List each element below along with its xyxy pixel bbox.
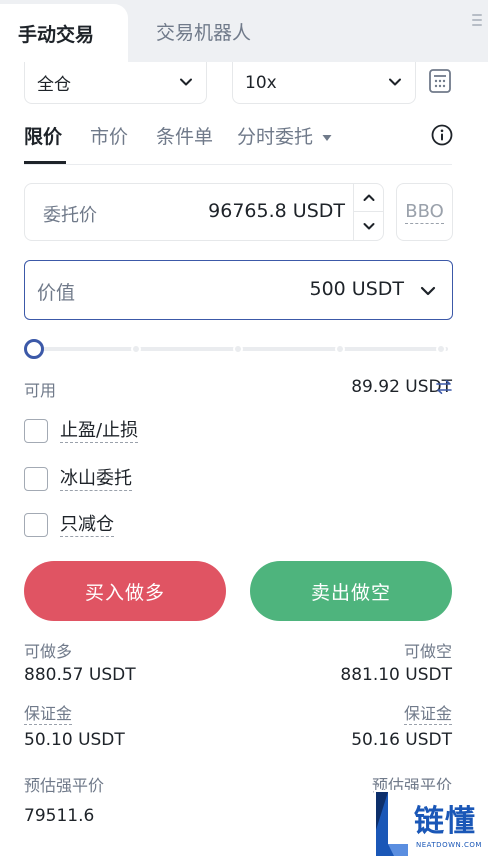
tab-limit[interactable]: 限价 [24, 122, 62, 149]
caret-down-icon [322, 134, 332, 141]
iceberg-checkbox[interactable] [24, 467, 48, 491]
option-reduce-only[interactable]: 只减仓 [24, 513, 324, 539]
margin-mode-value: 全仓 [37, 75, 71, 95]
value-label: 价值 [37, 282, 76, 304]
amount-slider[interactable] [24, 338, 452, 360]
price-increase-button[interactable] [354, 184, 384, 212]
logo-mark-icon [376, 792, 408, 856]
reduce-only-checkbox[interactable] [24, 513, 48, 537]
margin-label-short[interactable]: 保证金 [403, 704, 452, 725]
margin-label-long[interactable]: 保证金 [24, 704, 73, 725]
margin-value-long: 50.10 USDT [24, 730, 125, 750]
bbo-label: BBO [405, 200, 444, 224]
sell-short-button[interactable]: 卖出做空 [250, 561, 452, 621]
available-label: 可用 [24, 381, 57, 400]
tab-trading-bot[interactable]: 交易机器人 [156, 18, 251, 45]
price-stepper [353, 184, 384, 240]
leverage-value: 10x [245, 72, 277, 93]
short-max-label: 可做空 [403, 642, 452, 661]
slider-thumb[interactable] [24, 339, 44, 359]
liq-price-value-long: 79511.6 [24, 806, 95, 826]
menu-handle-icon[interactable] [472, 14, 482, 30]
price-decrease-button[interactable] [354, 212, 384, 240]
long-max-label: 可做多 [24, 642, 73, 661]
margin-value-short: 50.16 USDT [351, 730, 452, 750]
price-input[interactable]: 委托价 96765.8 USDT [24, 183, 384, 241]
price-value: 96765.8 USDT [208, 200, 345, 222]
tab-conditional[interactable]: 条件单 [156, 122, 213, 149]
slider-stop[interactable] [233, 344, 243, 354]
chevron-down-icon[interactable] [418, 281, 438, 301]
tab-twap-label: 分时委托 [237, 126, 314, 148]
iceberg-label: 冰山委托 [60, 468, 132, 491]
slider-stop[interactable] [131, 344, 141, 354]
reduce-only-label: 只减仓 [60, 514, 114, 537]
bbo-button[interactable]: BBO [396, 183, 453, 241]
transfer-icon[interactable] [436, 379, 452, 395]
long-max-value: 880.57 USDT [24, 665, 136, 685]
value-amount: 500 USDT [309, 278, 404, 300]
slider-stop[interactable] [436, 344, 446, 354]
info-icon[interactable] [431, 124, 453, 146]
calculator-icon[interactable] [428, 68, 452, 94]
short-max-value: 881.10 USDT [340, 665, 452, 685]
liq-price-label-long: 预估强平价 [24, 776, 105, 795]
top-tab-bar: 手动交易 交易机器人 [0, 0, 488, 62]
slider-stop[interactable] [335, 344, 345, 354]
tp-sl-checkbox[interactable] [24, 419, 48, 443]
tp-sl-label: 止盈/止损 [60, 420, 139, 443]
order-type-tabs: 限价 市价 条件单 分时委托 [0, 114, 488, 164]
chevron-down-icon [389, 78, 401, 86]
leverage-select[interactable]: 10x [232, 62, 416, 104]
option-tp-sl[interactable]: 止盈/止损 [24, 419, 324, 445]
tab-manual-trading[interactable]: 手动交易 [0, 4, 128, 62]
value-input[interactable]: 价值 500 USDT [24, 260, 453, 320]
option-iceberg[interactable]: 冰山委托 [24, 467, 324, 493]
tab-market[interactable]: 市价 [90, 122, 128, 149]
margin-mode-select[interactable]: 全仓 [24, 62, 207, 104]
price-label: 委托价 [43, 205, 97, 226]
tab-twap[interactable]: 分时委托 [237, 122, 333, 149]
watermark-text: 链懂 [414, 804, 476, 839]
divider [24, 164, 452, 165]
buy-long-button[interactable]: 买入做多 [24, 561, 226, 621]
chevron-up-icon [363, 194, 375, 201]
trade-panel: 全仓 10x 限价 市价 条件单 分时委托 委托价 96765.8 USDT B… [0, 62, 488, 860]
chevron-down-icon [180, 78, 192, 86]
watermark-subtext: NEATDOWN.COM [416, 841, 482, 849]
watermark-logo: 链懂 NEATDOWN.COM [374, 790, 488, 860]
chevron-down-icon [363, 223, 375, 230]
